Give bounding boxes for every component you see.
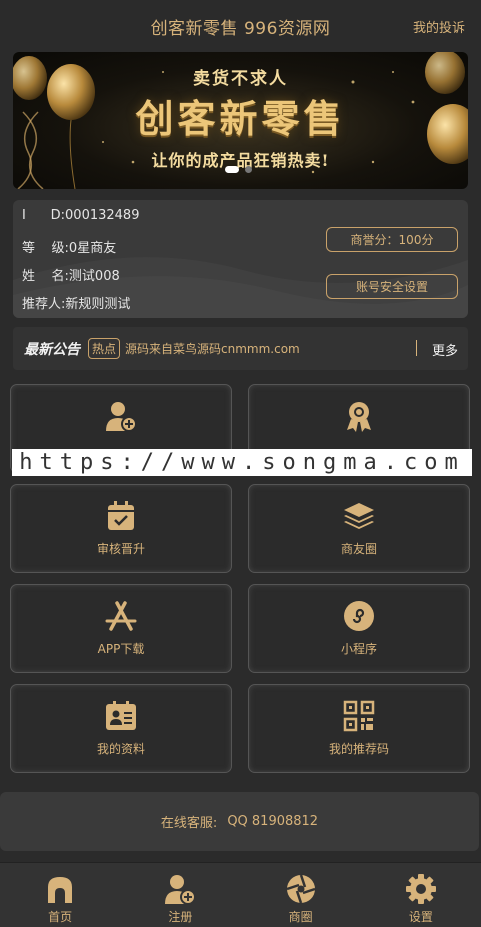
- user-name-row: 姓 名:测试008: [22, 265, 120, 284]
- grid-label-review-promotion: 审核晋升: [96, 542, 145, 556]
- banner-dot-active[interactable]: [225, 166, 239, 173]
- user-level-value: 0星商友: [68, 241, 117, 256]
- divider: [416, 340, 417, 356]
- service-qq: QQ 81908812: [227, 814, 319, 829]
- grid-label-mini-program: 小程序: [340, 642, 377, 656]
- mini-program-icon: [344, 601, 374, 631]
- hot-badge: 热点: [88, 338, 121, 359]
- grid-item-mini-program[interactable]: 小程序: [248, 584, 470, 673]
- grid-item-friends-circle[interactable]: 商友圈: [248, 484, 470, 573]
- service-label: 在线客服:: [160, 816, 218, 831]
- tab-home[interactable]: 首页: [0, 863, 120, 927]
- grid-label-my-referral-code: 我的推荐码: [328, 742, 389, 756]
- gear-icon: [405, 874, 436, 904]
- user-name-value: 测试008: [68, 269, 120, 284]
- tab-label-register: 注册: [168, 910, 193, 924]
- user-id-row: I D:000132489: [22, 208, 139, 223]
- bottom-tab-bar: 首页 注册 商圈 设置: [0, 862, 481, 927]
- banner-pagination: [225, 166, 252, 173]
- user-level-row: 等 级:0星商友: [22, 237, 116, 256]
- more-link[interactable]: 更多: [432, 340, 458, 359]
- banner-main-text: 创客新零售: [135, 96, 346, 141]
- announcement-text[interactable]: 源码来自菜鸟源码cnmmm.com: [125, 340, 300, 357]
- grid-label-my-profile: 我的资料: [96, 742, 145, 756]
- promo-banner[interactable]: 卖货不求人 创客新零售 让你的成产品狂销热卖!: [13, 52, 468, 189]
- account-security-button[interactable]: 账号安全设置: [326, 274, 458, 299]
- page-title: 创客新零售 996资源网: [150, 18, 331, 39]
- tab-settings[interactable]: 设置: [361, 863, 481, 927]
- grid-item-my-profile[interactable]: 我的资料: [10, 684, 232, 773]
- banner-top-text: 卖货不求人: [193, 69, 288, 89]
- tab-business-circle[interactable]: 商圈: [241, 863, 361, 927]
- profile-card-icon: [106, 701, 136, 730]
- announcement-bar[interactable]: 最新公告 热点 源码来自菜鸟源码cnmmm.com 更多: [13, 327, 468, 370]
- tab-label-home: 首页: [48, 910, 73, 924]
- tab-label-settings: 设置: [408, 910, 433, 924]
- tab-register[interactable]: 注册: [120, 863, 240, 927]
- user-info-card: I D:000132489 等 级:0星商友 姓 名:测试008 推荐人:新规则…: [13, 200, 468, 318]
- qr-code-icon: [343, 700, 375, 732]
- tab-label-business-circle: 商圈: [288, 910, 313, 924]
- user-referrer-value: 新规则测试: [65, 297, 131, 312]
- grid-label-friends-circle: 商友圈: [340, 542, 377, 556]
- app-store-icon: [105, 601, 137, 631]
- grid-item-review-promotion[interactable]: 审核晋升: [10, 484, 232, 573]
- add-user-icon: [106, 402, 137, 432]
- banner-dot[interactable]: [245, 166, 252, 173]
- grid-label-app-download: APP下载: [97, 642, 145, 656]
- user-referrer-row: 推荐人:新规则测试: [22, 293, 130, 312]
- user-id-value: 000132489: [65, 208, 140, 223]
- shutter-icon: [286, 874, 316, 904]
- calendar-check-icon: [108, 501, 134, 530]
- online-service-bar[interactable]: 在线客服: QQ 81908812: [0, 792, 479, 851]
- watermark-overlay: https://www.songma.com: [12, 449, 472, 476]
- grid-item-app-download[interactable]: APP下载: [10, 584, 232, 673]
- register-icon: [165, 875, 197, 905]
- app-header: 创客新零售 996资源网 我的投诉: [0, 0, 481, 52]
- user-referrer-label: 推荐人:: [22, 297, 66, 312]
- user-id-label: I D:: [22, 208, 66, 223]
- reputation-button[interactable]: 商誉分：100分: [326, 227, 458, 252]
- announcement-title: 最新公告: [24, 341, 80, 358]
- home-icon: [48, 877, 73, 903]
- user-level-label: 等 级:: [22, 241, 69, 256]
- my-complaints-link[interactable]: 我的投诉: [413, 17, 465, 36]
- user-name-label: 姓 名:: [22, 269, 69, 284]
- grid-item-my-referral-code[interactable]: 我的推荐码: [248, 684, 470, 773]
- award-icon: [347, 402, 371, 432]
- layers-icon: [344, 503, 374, 529]
